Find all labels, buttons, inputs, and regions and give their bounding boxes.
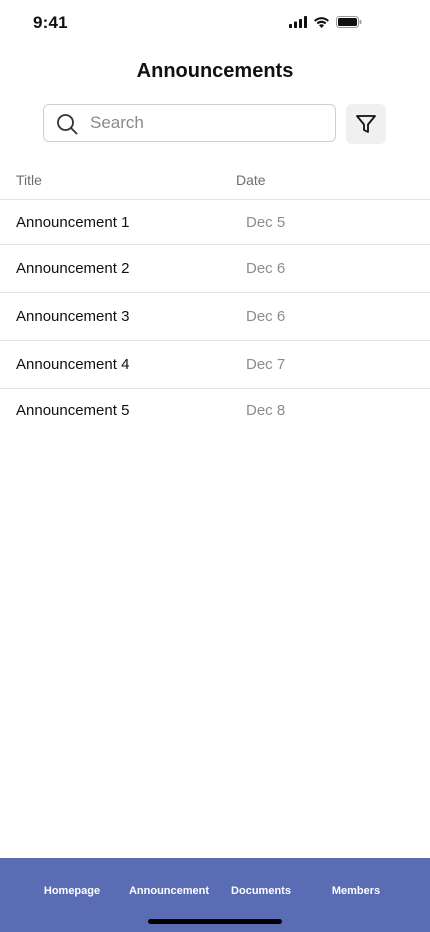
column-header-title[interactable]: Title — [16, 172, 42, 188]
tab-members[interactable]: Members — [316, 885, 396, 897]
table-row[interactable]: Announcement 2 Dec 6 — [0, 245, 430, 293]
status-time: 9:41 — [33, 13, 68, 32]
row-title: Announcement 1 — [16, 214, 130, 231]
row-date: Dec 7 — [246, 356, 286, 373]
table-row[interactable]: Announcement 1 Dec 5 — [0, 200, 430, 245]
wifi-icon — [314, 17, 329, 28]
search-icon — [57, 114, 78, 135]
row-date: Dec 8 — [246, 402, 286, 419]
row-title: Announcement 4 — [16, 356, 130, 373]
filter-button[interactable] — [346, 104, 386, 144]
row-date: Dec 5 — [246, 214, 286, 231]
row-title: Announcement 2 — [16, 260, 130, 277]
page-title: Announcements — [136, 60, 294, 82]
table-header: Title Date — [0, 160, 430, 200]
home-indicator — [148, 919, 282, 924]
row-date: Dec 6 — [246, 308, 286, 325]
table-row[interactable]: Announcement 4 Dec 7 — [0, 341, 430, 389]
tab-homepage[interactable]: Homepage — [32, 885, 112, 897]
tab-documents[interactable]: Documents — [221, 885, 301, 897]
signal-icon — [289, 16, 307, 28]
search-input[interactable] — [90, 105, 320, 141]
column-header-date[interactable]: Date — [236, 172, 266, 188]
battery-icon — [336, 16, 362, 28]
tab-bar: Homepage Announcement Documents Members — [0, 858, 430, 932]
status-icons — [289, 15, 362, 29]
row-date: Dec 6 — [246, 260, 286, 277]
status-bar: 9:41 — [0, 0, 430, 46]
table-row[interactable]: Announcement 5 Dec 8 — [0, 389, 430, 433]
tab-announcement[interactable]: Announcement — [124, 885, 214, 897]
search-box[interactable] — [43, 104, 336, 142]
row-title: Announcement 3 — [16, 308, 130, 325]
table-row[interactable]: Announcement 3 Dec 6 — [0, 293, 430, 341]
filter-icon — [356, 115, 376, 133]
row-title: Announcement 5 — [16, 402, 130, 419]
